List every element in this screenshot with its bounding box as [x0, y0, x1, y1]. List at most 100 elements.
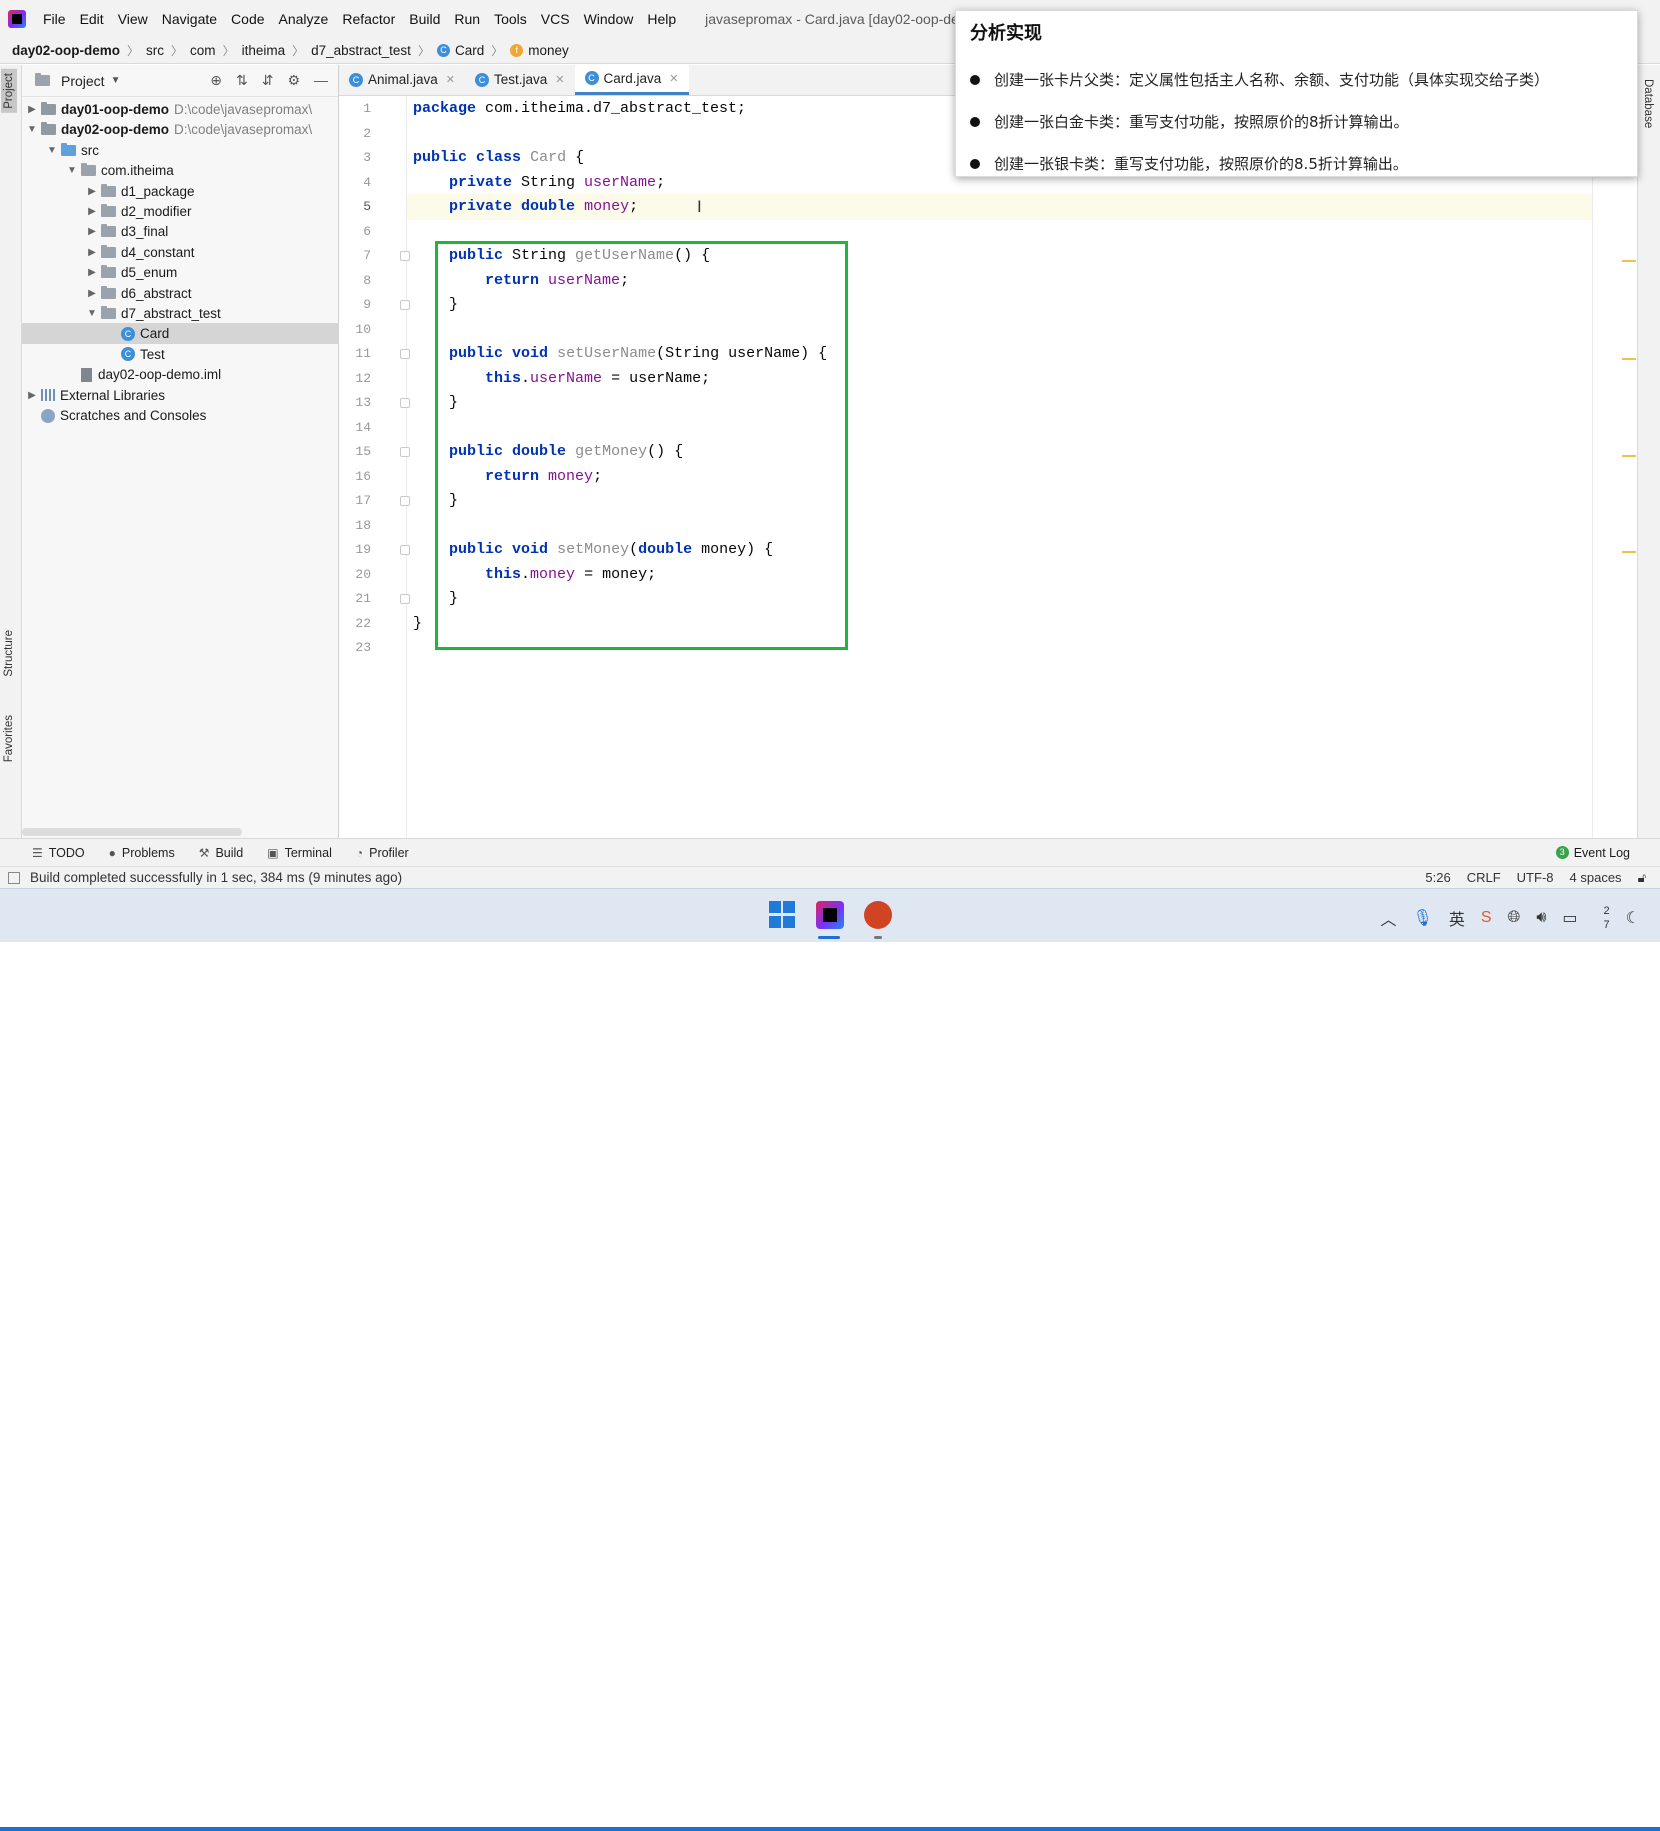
fold-marker-icon[interactable] — [400, 398, 410, 408]
globe-icon[interactable]: 🌐︎ — [1508, 909, 1521, 927]
chevron-up-icon[interactable]: ︿ — [1380, 906, 1396, 930]
lock-icon[interactable]: 🔓︎ — [1638, 870, 1646, 886]
chevron-down-icon[interactable]: ▼ — [111, 75, 121, 86]
terminal-tab[interactable]: ▣ Terminal — [267, 846, 332, 860]
caret-position[interactable]: 5:26 — [1425, 870, 1450, 886]
chevron-right-icon[interactable]: ▶ — [86, 206, 98, 217]
breadcrumb-package[interactable]: d7_abstract_test — [311, 43, 411, 58]
menu-file[interactable]: File — [36, 11, 73, 27]
profiler-tab[interactable]: ◔ Profiler — [356, 846, 409, 860]
menu-code[interactable]: Code — [224, 11, 271, 27]
tree-item[interactable]: ▶ External Libraries — [22, 385, 339, 406]
menu-tools[interactable]: Tools — [487, 11, 534, 27]
tree-item[interactable]: C Card — [22, 323, 339, 345]
status-toggle-icon[interactable] — [8, 871, 20, 884]
code-line[interactable]: public class Card { — [413, 145, 584, 171]
chevron-right-icon[interactable]: ▶ — [86, 267, 98, 278]
tree-item[interactable]: ▼ d7_abstract_test — [22, 303, 339, 324]
fold-marker-icon[interactable] — [400, 447, 410, 457]
menu-analyze[interactable]: Analyze — [272, 11, 336, 27]
menu-vcs[interactable]: VCS — [534, 11, 577, 27]
breadcrumb-field[interactable]: f money — [510, 43, 569, 58]
moon-icon[interactable]: ☾ — [1626, 908, 1640, 928]
scroll-marker[interactable] — [1622, 260, 1636, 262]
breadcrumb-com[interactable]: com — [190, 43, 216, 58]
menu-help[interactable]: Help — [640, 11, 683, 27]
status-message[interactable]: Build completed successfully in 1 sec, 3… — [30, 870, 402, 885]
tree-item[interactable]: C Test — [22, 344, 339, 365]
horizontal-scrollbar[interactable] — [22, 828, 242, 836]
editor-tab[interactable]: C Animal.java ✕ — [339, 64, 465, 95]
minimize-icon[interactable]: — — [314, 72, 328, 89]
file-encoding[interactable]: UTF-8 — [1517, 870, 1554, 886]
structure-tool-button[interactable]: Structure — [3, 630, 15, 677]
scroll-marker[interactable] — [1622, 455, 1636, 457]
chevron-right-icon[interactable]: ▶ — [86, 186, 98, 197]
chevron-down-icon[interactable]: ▼ — [46, 145, 58, 156]
code-line[interactable]: private double money; — [413, 194, 638, 220]
database-tool-button[interactable]: Database — [1642, 79, 1654, 128]
tree-item[interactable]: ▼ src — [22, 140, 339, 161]
locate-icon[interactable]: ⊕ — [210, 72, 222, 89]
menu-edit[interactable]: Edit — [73, 11, 111, 27]
fold-marker-icon[interactable] — [400, 300, 410, 310]
project-panel-title[interactable]: Project — [61, 73, 105, 89]
windows-start-icon[interactable] — [769, 901, 797, 929]
project-tool-button[interactable]: Project — [1, 69, 17, 113]
microphone-icon[interactable]: 🎙︎ — [1413, 908, 1433, 928]
menu-build[interactable]: Build — [402, 11, 447, 27]
breadcrumb-project[interactable]: day02-oop-demo — [12, 43, 120, 58]
ime-indicator[interactable]: 英 — [1449, 906, 1465, 930]
tree-item[interactable]: ▶ day01-oop-demo D:\code\javasepromax\ — [22, 99, 339, 120]
breadcrumb-class[interactable]: C Card — [436, 43, 484, 58]
code-line[interactable]: package com.itheima.d7_abstract_test; — [413, 96, 746, 122]
tree-item[interactable]: ▶ d6_abstract — [22, 283, 339, 304]
scroll-marker[interactable] — [1622, 551, 1636, 553]
tree-item[interactable]: ▼ com.itheima — [22, 160, 339, 181]
tree-item[interactable]: ▼ day02-oop-demo D:\code\javasepromax\ — [22, 119, 339, 140]
chevron-right-icon[interactable]: ▶ — [86, 226, 98, 237]
fold-marker-icon[interactable] — [400, 594, 410, 604]
close-icon[interactable]: ✕ — [555, 73, 564, 86]
intellij-taskbar-icon[interactable] — [816, 901, 844, 929]
menu-navigate[interactable]: Navigate — [155, 11, 224, 27]
expand-all-icon[interactable]: ⇅ — [236, 72, 248, 89]
clock[interactable]: 27 — [1604, 904, 1610, 932]
tree-item[interactable]: day02-oop-demo.iml — [22, 364, 339, 385]
fold-marker-icon[interactable] — [400, 545, 410, 555]
code-line[interactable]: private String userName; — [413, 170, 665, 196]
chevron-right-icon[interactable]: ▶ — [86, 288, 98, 299]
fold-marker-icon[interactable] — [400, 496, 410, 506]
code-line[interactable]: } — [413, 611, 422, 637]
chevron-down-icon[interactable]: ▼ — [86, 308, 98, 319]
speaker-icon[interactable]: 🔊︎ — [1536, 909, 1546, 927]
line-separator[interactable]: CRLF — [1467, 870, 1501, 886]
menu-run[interactable]: Run — [447, 11, 487, 27]
indent-setting[interactable]: 4 spaces — [1570, 870, 1622, 886]
chevron-down-icon[interactable]: ▼ — [66, 165, 78, 176]
problems-tab[interactable]: ● Problems — [109, 846, 175, 860]
collapse-all-icon[interactable]: ⇵ — [262, 72, 274, 89]
tree-item[interactable]: ▶ d5_enum — [22, 262, 339, 283]
close-icon[interactable]: ✕ — [669, 72, 678, 85]
close-icon[interactable]: ✕ — [446, 73, 455, 86]
line-number-gutter[interactable]: 1 2 3 4 5 6 7 8 9 10 11 12 13 14 15 16 17 18 19 20 21 22 23 — [339, 96, 410, 838]
tree-item[interactable]: ▶ d2_modifier — [22, 201, 339, 222]
favorites-tool-button[interactable]: Favorites — [3, 715, 15, 762]
tree-item[interactable]: ▶ d4_constant — [22, 242, 339, 263]
scroll-marker[interactable] — [1622, 358, 1636, 360]
chevron-right-icon[interactable]: ▶ — [86, 247, 98, 258]
chevron-right-icon[interactable]: ▶ — [26, 390, 38, 401]
gear-icon[interactable]: ⚙ — [287, 72, 300, 89]
build-tab[interactable]: ⚒ Build — [199, 846, 244, 860]
editor-tab[interactable]: C Test.java ✕ — [465, 64, 575, 95]
chevron-right-icon[interactable]: ▶ — [26, 104, 38, 115]
code-editor[interactable]: 1 2 3 4 5 6 7 8 9 10 11 12 13 14 15 16 17 18 19 20 21 22 23 pa… — [339, 96, 1660, 838]
event-log-button[interactable]: 3 Event Log — [1555, 846, 1630, 860]
fold-marker-icon[interactable] — [400, 349, 410, 359]
fold-marker-icon[interactable] — [400, 251, 410, 261]
todo-tab[interactable]: ☰ TODO — [32, 846, 85, 860]
app-tray-icon[interactable]: S — [1481, 909, 1492, 927]
menu-refactor[interactable]: Refactor — [335, 11, 402, 27]
powerpoint-taskbar-icon[interactable] — [864, 901, 892, 929]
